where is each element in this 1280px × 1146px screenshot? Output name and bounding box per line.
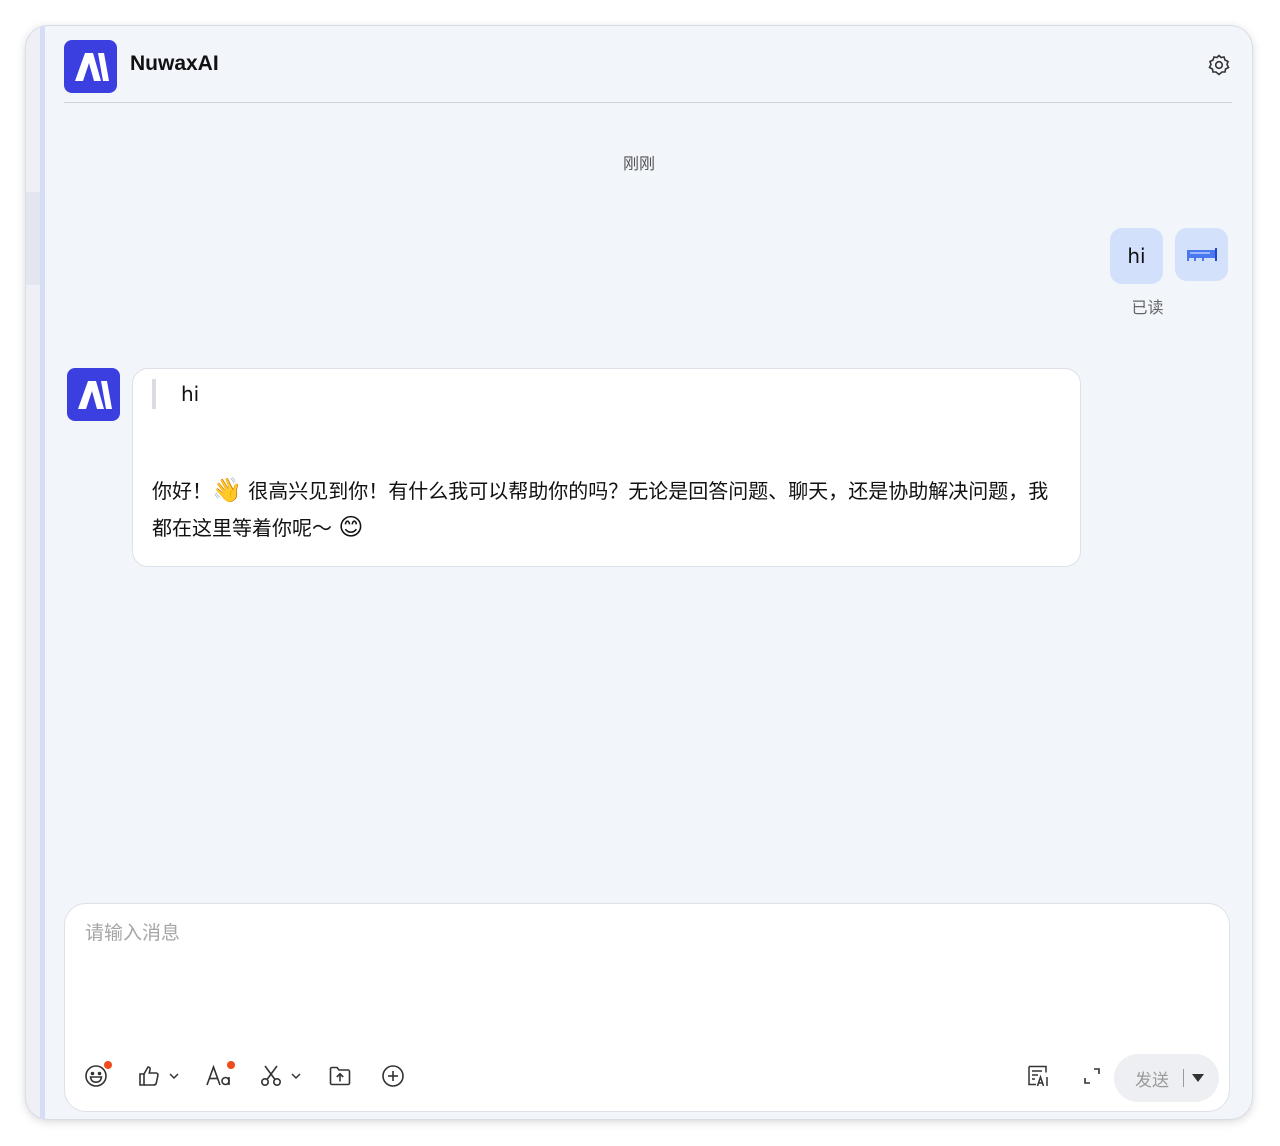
- send-group: 发送: [1114, 1054, 1219, 1102]
- send-button[interactable]: 发送: [1135, 1066, 1169, 1091]
- chat-window: NuwaxAI 刚刚 hi 已读 hi 你好！👋 很高兴见到你！有什么我可以帮助…: [26, 26, 1252, 1119]
- app-logo: [64, 40, 117, 93]
- plus-circle-icon: [382, 1065, 404, 1087]
- chat-header: NuwaxAI: [64, 26, 1232, 103]
- message-input[interactable]: [85, 918, 1185, 1008]
- send-options-button[interactable]: [1191, 1073, 1205, 1083]
- chevron-down-icon: [169, 1073, 179, 1080]
- quoted-message: hi: [152, 379, 199, 409]
- message-timestamp: 刚刚: [622, 154, 655, 173]
- thumbs-up-icon: [139, 1066, 159, 1086]
- waving-hand-emoji: 👋: [212, 476, 242, 504]
- ai-summary-button[interactable]: [1026, 1062, 1052, 1090]
- app-title: NuwaxAI: [130, 52, 219, 75]
- reaction-button[interactable]: [137, 1062, 181, 1090]
- bot-message-bubble[interactable]: hi 你好！👋 很高兴见到你！有什么我可以帮助你的吗？无论是回答问题、聊天，还是…: [132, 368, 1081, 567]
- upload-file-button[interactable]: [328, 1062, 352, 1090]
- ai-summary-icon: [1028, 1065, 1048, 1087]
- smiling-face-emoji: 😊: [338, 513, 364, 541]
- emoji-button[interactable]: [84, 1061, 112, 1090]
- sidebar-edge: [26, 26, 45, 1119]
- send-divider: [1183, 1069, 1184, 1087]
- bot-reply-text: 你好！👋 很高兴见到你！有什么我可以帮助你的吗？无论是回答问题、聊天，还是协助解…: [152, 473, 1062, 547]
- format-text-button[interactable]: [205, 1061, 235, 1090]
- chevron-down-icon: [291, 1073, 301, 1080]
- expand-button[interactable]: [1082, 1062, 1102, 1090]
- settings-button[interactable]: [1206, 52, 1232, 78]
- notification-dot: [104, 1061, 112, 1069]
- user-message-bubble[interactable]: hi: [1110, 228, 1163, 284]
- bot-avatar[interactable]: [67, 368, 120, 421]
- caret-down-icon: [1192, 1074, 1204, 1082]
- more-button[interactable]: [381, 1062, 405, 1090]
- read-status: 已读: [1131, 298, 1164, 317]
- scissors-icon: [260, 1065, 282, 1087]
- upload-folder-icon: [329, 1066, 351, 1086]
- user-avatar[interactable]: [1175, 228, 1228, 281]
- reply-text-start: 你好！: [152, 479, 212, 503]
- screenshot-button[interactable]: [259, 1062, 303, 1090]
- reply-text-body: 很高兴见到你！有什么我可以帮助你的吗？无论是回答问题、聊天，还是协助解决问题，我…: [152, 479, 1049, 540]
- notification-dot: [227, 1061, 235, 1069]
- message-composer: 发送: [64, 903, 1230, 1112]
- expand-icon: [1084, 1068, 1100, 1084]
- gear-icon: [1208, 54, 1230, 76]
